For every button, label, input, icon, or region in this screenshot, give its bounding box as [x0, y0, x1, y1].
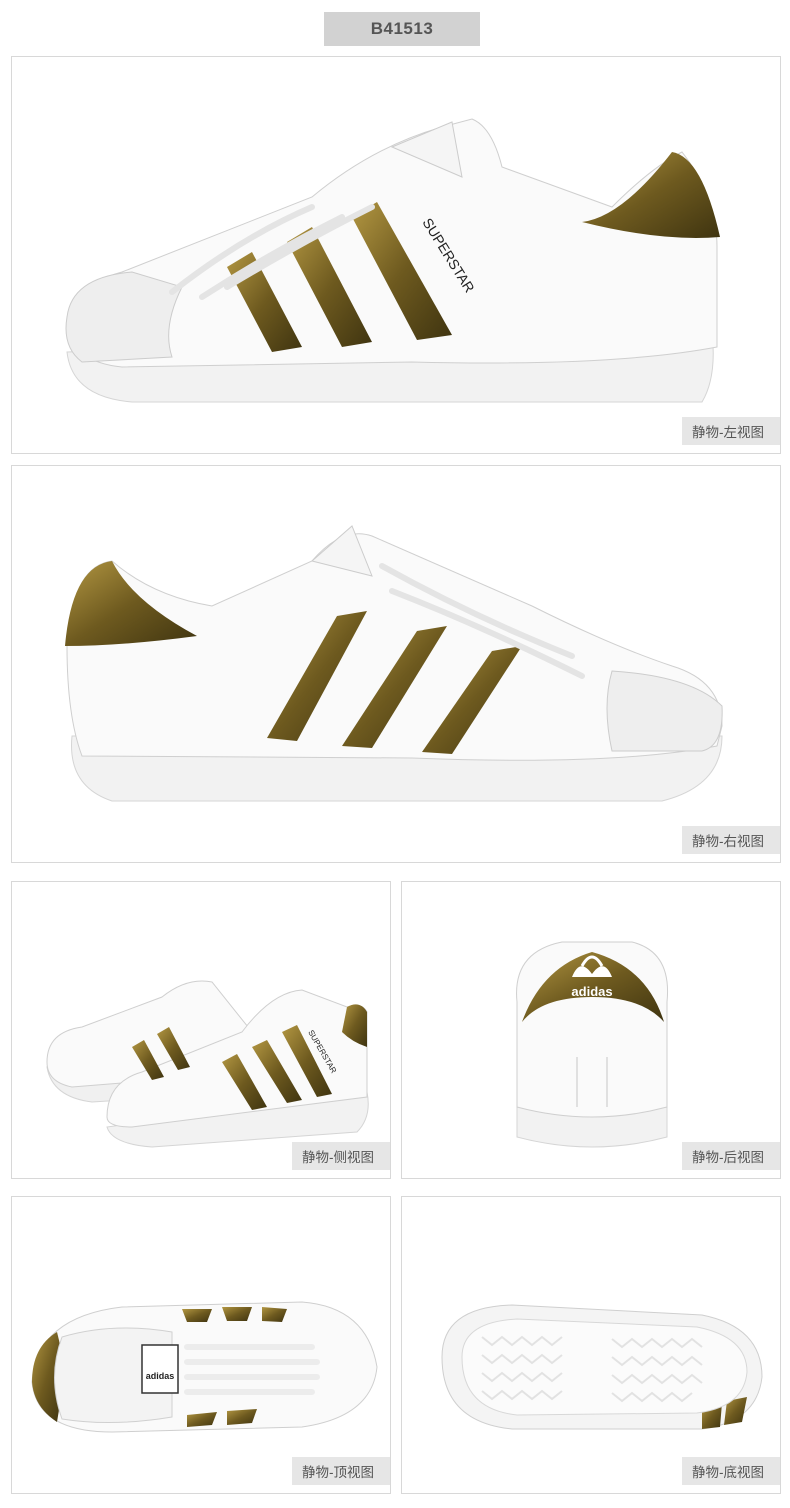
- product-image-back-view[interactable]: adidas 静物-后视图: [401, 881, 781, 1179]
- sneaker-left-illustration: SUPERSTAR: [65, 118, 720, 403]
- sneaker-top-illustration: adidas: [31, 1301, 378, 1433]
- view-caption: 静物-右视图: [682, 826, 780, 854]
- view-caption: 静物-顶视图: [292, 1457, 390, 1485]
- view-caption: 静物-侧视图: [292, 1142, 390, 1170]
- product-image-top-view[interactable]: adidas 静物-顶视图: [11, 1196, 391, 1494]
- sneaker-back-illustration: adidas: [516, 941, 669, 1148]
- product-code-label: B41513: [324, 12, 480, 46]
- sneaker-right-illustration: [65, 525, 723, 802]
- product-image-right-view[interactable]: 静物-右视图: [11, 465, 781, 863]
- adidas-tongue-label: adidas: [146, 1371, 175, 1381]
- adidas-logo-text: adidas: [571, 984, 612, 999]
- sneaker-pair-illustration: SUPERSTAR: [46, 980, 369, 1148]
- product-image-left-view[interactable]: SUPERSTAR 静物-左视图: [11, 56, 781, 454]
- view-caption: 静物-底视图: [682, 1457, 780, 1485]
- view-caption: 静物-后视图: [682, 1142, 780, 1170]
- view-caption: 静物-左视图: [682, 417, 780, 445]
- product-image-bottom-view[interactable]: 静物-底视图: [401, 1196, 781, 1494]
- sneaker-sole-illustration: [441, 1304, 763, 1430]
- product-image-side-view[interactable]: SUPERSTAR 静物-侧视图: [11, 881, 391, 1179]
